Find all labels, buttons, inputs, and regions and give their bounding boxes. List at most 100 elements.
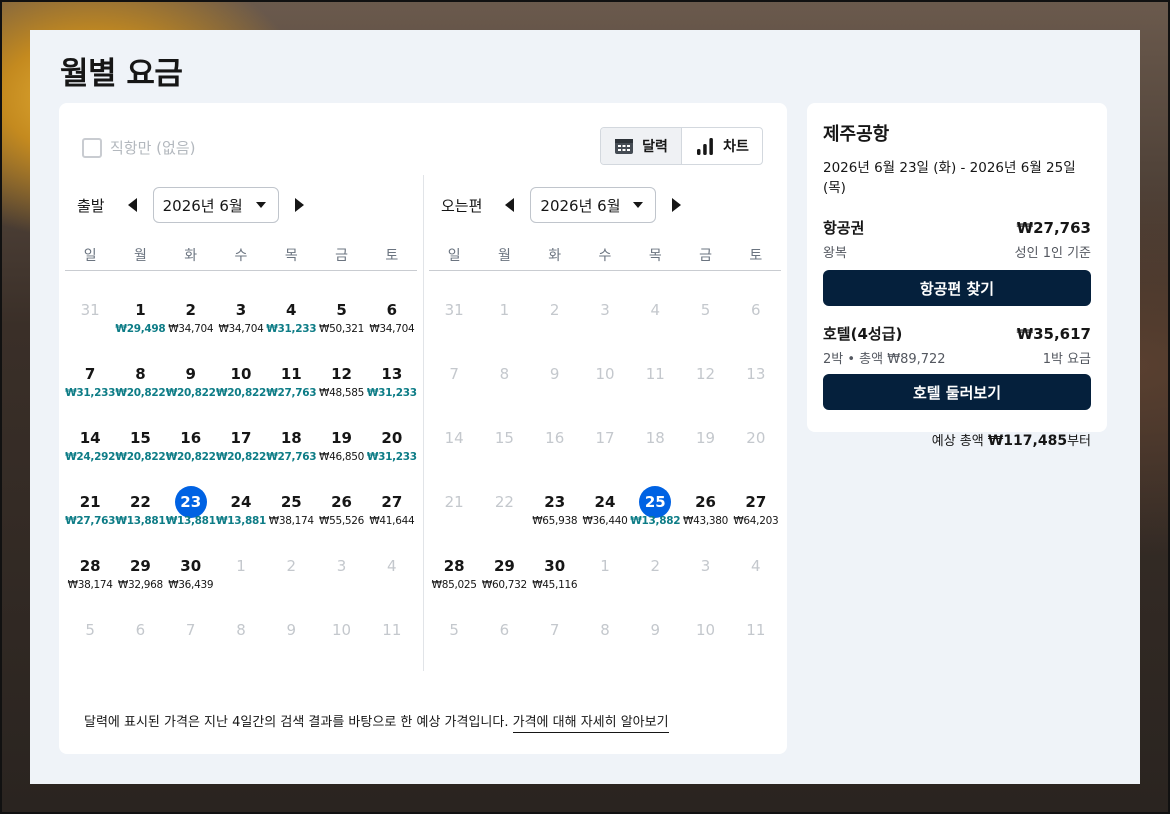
day-number: 14: [444, 429, 464, 447]
day-cell[interactable]: 11 ₩27,763: [266, 343, 316, 407]
day-cell: 5: [65, 599, 115, 663]
price-footnote: 달력에 표시된 가격은 지난 4일간의 검색 결과를 바탕으로 한 예상 가격입…: [84, 711, 669, 733]
day-number: 20: [746, 429, 766, 447]
day-cell[interactable]: 13 ₩31,233: [367, 343, 417, 407]
day-number: 2: [549, 301, 560, 319]
view-toggle: 달력 차트: [600, 127, 763, 165]
day-number: 24: [594, 493, 616, 511]
price-info-link[interactable]: 가격에 대해 자세히 알아보기: [512, 715, 669, 733]
day-cell[interactable]: 22 ₩13,881: [115, 471, 165, 535]
day-number: 8: [135, 365, 146, 383]
day-cell[interactable]: 27 ₩41,644: [367, 471, 417, 535]
day-price: ₩13,882: [630, 515, 681, 527]
departure-month-select[interactable]: 2026년 6월: [152, 187, 279, 223]
day-cell[interactable]: 20 ₩31,233: [367, 407, 417, 471]
weekday-label: 목: [648, 248, 662, 264]
day-number: 11: [382, 621, 402, 639]
day-cell[interactable]: 24 ₩36,440: [580, 471, 630, 535]
day-cell[interactable]: 29 ₩32,968: [115, 535, 165, 599]
return-month-value: 2026년 6월: [540, 196, 621, 215]
day-cell[interactable]: 23 ₩65,938: [530, 471, 580, 535]
day-cell[interactable]: 29 ₩60,732: [479, 535, 529, 599]
day-number: 17: [595, 429, 615, 447]
selected-day-cell[interactable]: 25 ₩13,882: [630, 471, 681, 535]
day-number: 9: [549, 365, 560, 383]
calendar-view-label: 달력: [642, 139, 668, 155]
day-cell[interactable]: 10 ₩20,822: [216, 343, 266, 407]
day-price: ₩64,203: [733, 515, 779, 527]
day-price: ₩20,822: [165, 451, 216, 463]
day-cell[interactable]: 9 ₩20,822: [166, 343, 216, 407]
day-number: 1: [600, 557, 610, 575]
browse-hotels-button[interactable]: 호텔 둘러보기: [823, 374, 1091, 410]
hotel-basis: 1박 요금: [1042, 352, 1091, 367]
day-cell[interactable]: 16 ₩20,822: [166, 407, 216, 471]
day-cell[interactable]: 26 ₩43,380: [680, 471, 730, 535]
day-cell: 5: [429, 599, 479, 663]
day-cell[interactable]: 3 ₩34,704: [216, 279, 266, 343]
weekday-label: 월: [497, 248, 511, 264]
day-cell: 3: [680, 535, 730, 599]
day-cell[interactable]: 27 ₩64,203: [731, 471, 781, 535]
total-prefix: 예상 총액: [931, 434, 984, 449]
day-price: ₩27,763: [266, 451, 317, 463]
weekday-label: 월: [133, 248, 147, 264]
day-number: 31: [444, 301, 464, 319]
day-cell[interactable]: 14 ₩24,292: [65, 407, 115, 471]
departure-days-grid: 31 1 ₩29,498 2 ₩34,704 3 ₩34,704 4 ₩31,233 5 ₩50,3…: [65, 279, 417, 663]
day-number: 24: [230, 493, 252, 511]
hotel-price: ₩35,617: [1016, 325, 1091, 343]
day-cell[interactable]: 28 ₩85,025: [429, 535, 479, 599]
day-cell: 7: [429, 343, 479, 407]
direct-only-checkbox[interactable]: [82, 137, 102, 158]
day-cell[interactable]: 4 ₩31,233: [266, 279, 316, 343]
day-cell[interactable]: 24 ₩13,881: [216, 471, 266, 535]
day-number: 12: [331, 365, 352, 383]
day-cell[interactable]: 19 ₩46,850: [316, 407, 366, 471]
day-number: 12: [696, 365, 716, 383]
day-cell[interactable]: 5 ₩50,321: [316, 279, 366, 343]
day-cell[interactable]: 18 ₩27,763: [266, 407, 316, 471]
calendar-week: 7 ₩31,233 8 ₩20,822 9 ₩20,822 10 ₩20,822 11 ₩27,7…: [65, 343, 417, 407]
chart-view-button[interactable]: 차트: [682, 128, 762, 164]
direct-only-filter[interactable]: 직항만 (없음): [82, 137, 195, 158]
day-cell[interactable]: 7 ₩31,233: [65, 343, 115, 407]
selected-day-cell[interactable]: 23 ₩13,881: [166, 471, 216, 535]
next-month-button[interactable]: [289, 195, 309, 215]
day-cell[interactable]: 26 ₩55,526: [316, 471, 366, 535]
page-title: 월별 요금: [60, 56, 183, 92]
prev-month-button[interactable]: [500, 195, 520, 215]
day-cell[interactable]: 28 ₩38,174: [65, 535, 115, 599]
day-number: 18: [645, 429, 665, 447]
day-cell[interactable]: 15 ₩20,822: [115, 407, 165, 471]
day-cell: 12: [680, 343, 730, 407]
day-cell[interactable]: 17 ₩20,822: [216, 407, 266, 471]
day-cell[interactable]: 21 ₩27,763: [65, 471, 115, 535]
day-cell: 2: [266, 535, 316, 599]
day-number: 26: [331, 493, 352, 511]
day-cell[interactable]: 2 ₩34,704: [166, 279, 216, 343]
day-cell[interactable]: 12 ₩48,585: [316, 343, 366, 407]
day-number: 29: [493, 557, 515, 575]
day-cell[interactable]: 30 ₩36,439: [166, 535, 216, 599]
calendar-view-button[interactable]: 달력: [601, 128, 682, 164]
day-cell[interactable]: 30 ₩45,116: [530, 535, 580, 599]
day-cell: 6: [479, 599, 529, 663]
calendar-week: 21 ₩27,763 22 ₩13,881 23 ₩13,881 24 ₩13,881 25 ₩3…: [65, 471, 417, 535]
day-cell[interactable]: 6 ₩34,704: [367, 279, 417, 343]
day-price: ₩31,233: [366, 451, 417, 463]
caret-left-icon: [505, 198, 515, 212]
find-flights-button[interactable]: 항공편 찾기: [823, 270, 1091, 306]
prev-month-button[interactable]: [123, 195, 143, 215]
weekday-label: 토: [749, 248, 763, 264]
day-number: 23: [544, 493, 566, 511]
next-month-button[interactable]: [666, 195, 686, 215]
day-cell[interactable]: 25 ₩38,174: [266, 471, 316, 535]
caret-left-icon: [127, 198, 137, 212]
day-number: 25: [280, 493, 302, 511]
return-month-select[interactable]: 2026년 6월: [530, 187, 657, 223]
day-cell[interactable]: 8 ₩20,822: [115, 343, 165, 407]
day-price: ₩38,174: [67, 579, 113, 591]
day-cell[interactable]: 1 ₩29,498: [115, 279, 165, 343]
day-price: ₩45,116: [532, 579, 578, 591]
